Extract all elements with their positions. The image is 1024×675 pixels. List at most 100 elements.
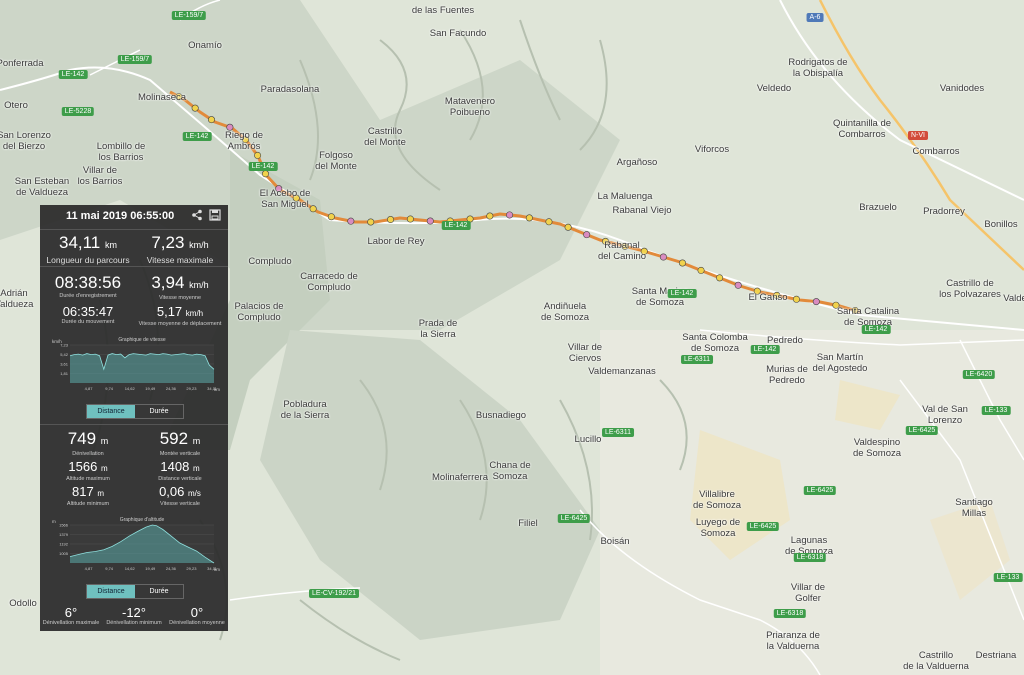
- road-label-le159b: LE-159/7: [117, 55, 153, 64]
- road-label-le6425a: LE-6425: [905, 426, 939, 435]
- place-label-chana: Chana de Somoza: [489, 460, 531, 482]
- avgspeed-stat: 3,94 km/h Vitesse moyenne: [151, 273, 209, 301]
- chart-ytick-label: 3,61: [60, 362, 69, 367]
- place-label-labor: Labor de Rey: [367, 236, 425, 247]
- chart-ytick-label: 5,42: [60, 352, 69, 357]
- chart-ytick-label: 1566: [59, 523, 69, 528]
- place-label-valdemanzanas: Valdemanzanas: [588, 366, 656, 377]
- maxspeed-stat: 7,23 km/h Vitesse maximale: [146, 233, 214, 265]
- place-label-ponferrada: Ponferrada: [0, 58, 44, 69]
- alt-duration-toggle[interactable]: Durée: [135, 585, 183, 598]
- place-label-pradorrey: Pradorrey: [923, 206, 965, 217]
- road-label-le142f: LE-142: [861, 325, 891, 334]
- place-label-vanidodes: Vanidodes: [939, 83, 985, 94]
- track-marker: [564, 223, 572, 231]
- stats-panel: 11 mai 2019 06:55:00 34,11 km Longueur d…: [40, 205, 228, 631]
- alt-distance-toggle[interactable]: Distance: [87, 585, 135, 598]
- track-marker: [406, 215, 414, 223]
- track-marker: [426, 217, 434, 225]
- place-label-busnadiego: Busnadiego: [475, 410, 527, 421]
- chart-ytick-label: 1192: [59, 542, 68, 547]
- place-label-bonillos: Bonillos: [984, 219, 1018, 230]
- place-label-elganso: El Ganso: [748, 292, 788, 303]
- avgmovespeed-stat: 5,17 km/h Vitesse moyenne de déplacement: [138, 304, 222, 327]
- track-marker: [545, 218, 553, 226]
- road-label-le142a: LE-142: [58, 70, 88, 79]
- place-label-santacolomba: Santa Colomba de Somoza: [682, 332, 748, 354]
- place-label-otero: Otero: [4, 100, 28, 111]
- track-marker: [254, 151, 262, 159]
- track-marker: [207, 116, 215, 124]
- track-marker: [659, 253, 667, 261]
- place-label-castrillovald: Castrillo de la Valduerna: [903, 650, 969, 672]
- place-label-riego: Riego de Ambrós: [224, 130, 264, 152]
- chart-xtick-label: 24,36: [166, 386, 177, 391]
- place-label-villarciervos: Villar de Ciervos: [567, 342, 603, 364]
- track-marker: [261, 170, 269, 178]
- place-label-sanfacundo: San Facundo: [429, 28, 487, 39]
- place-label-palacios: Palacios de Compludo: [234, 301, 284, 323]
- place-label-molinaseca: Molinaseca: [137, 92, 187, 103]
- place-label-compludo: Compludo: [248, 256, 292, 267]
- road-label-lecv: LE-CV-192/21: [309, 589, 359, 598]
- place-label-santiago: Santiago Millas: [955, 497, 993, 519]
- altitude-chart-toggle: Distance Durée: [86, 584, 184, 599]
- track-marker: [525, 214, 533, 222]
- place-label-valde: Valde: [1003, 293, 1024, 304]
- place-label-pobladura: Pobladura de la Sierra: [280, 399, 330, 421]
- place-label-carracedo: Carracedo de Compludo: [300, 271, 358, 293]
- altitude-chart: Graphique d'altitudemkm10051192137915664…: [52, 517, 220, 572]
- road-label-le6311b: LE-6311: [602, 428, 634, 437]
- track-marker: [486, 212, 494, 220]
- chart-title: Graphique d'altitude: [120, 517, 165, 523]
- road-label-le142d: LE-142: [441, 221, 471, 230]
- road-label-le6311a: LE-6311: [681, 355, 713, 364]
- track-marker: [327, 213, 335, 221]
- chart-xtick-label: 9,74: [105, 566, 114, 571]
- track-marker: [387, 216, 395, 224]
- chart-xtick-label: 14,62: [125, 386, 136, 391]
- place-label-sanmartin: San Martín del Agostedo: [812, 352, 868, 374]
- track-marker: [734, 281, 742, 289]
- chart-xtick-label: 19,49: [145, 566, 156, 571]
- place-label-paradasolana: Paradasolana: [260, 84, 320, 95]
- place-label-brazuelo: Brazuelo: [859, 202, 897, 213]
- chart-title: Graphique de vitesse: [118, 337, 165, 343]
- track-marker: [191, 104, 199, 112]
- place-label-lasfuentes: de las Fuentes: [411, 5, 475, 16]
- chart-xtick-label: 29,23: [186, 566, 197, 571]
- place-label-villargolfer: Villar de Golfer: [790, 582, 826, 604]
- place-label-villalibre: Villalibre de Somoza: [692, 489, 742, 511]
- road-label-le142c: LE-142: [248, 162, 278, 171]
- chart-ytick-label: 1005: [59, 551, 69, 556]
- road-label-le133b: LE-133: [993, 573, 1023, 582]
- chart-xtick-label: 19,49: [145, 386, 156, 391]
- road-label-le142g: LE-142: [750, 345, 780, 354]
- speed-duration-toggle[interactable]: Durée: [135, 405, 183, 418]
- place-label-murias: Murias de Pedredo: [766, 364, 808, 386]
- place-label-onamio: Onamío: [188, 40, 222, 51]
- panel-header: 11 mai 2019 06:55:00: [40, 205, 228, 230]
- speed-chart-toggle: Distance Durée: [86, 404, 184, 419]
- speed-distance-toggle[interactable]: Distance: [87, 405, 135, 418]
- place-label-prada: Prada de la Sierra: [418, 318, 458, 340]
- track-marker: [716, 274, 724, 282]
- place-label-acebo: El Acebo de San Miguel: [259, 188, 311, 210]
- save-icon[interactable]: [208, 209, 222, 223]
- vspeed-stat: 0,06 m/s Vitesse verticale: [159, 484, 201, 507]
- place-label-valdespino: Valdespino de Somoza: [852, 437, 902, 459]
- grademax-stat: 6° Dénivellation maximale: [42, 605, 100, 626]
- place-label-folgoso: Folgoso del Monte: [315, 150, 357, 172]
- road-label-nvi: N-VI: [908, 131, 928, 140]
- road-label-le6318b: LE-6318: [773, 609, 807, 618]
- place-label-sanesteban: San Esteban de Valdueza: [14, 176, 70, 198]
- chart-xtick-label: 9,74: [105, 386, 114, 391]
- chart-area: [70, 353, 214, 383]
- place-label-combarros: Combarros: [912, 146, 960, 157]
- track-marker: [506, 211, 514, 219]
- place-label-villarbarrios: Villar de los Barrios: [77, 165, 123, 187]
- share-icon[interactable]: [190, 209, 204, 223]
- track-marker: [309, 205, 317, 213]
- chart-ytick-label: 1,81: [60, 371, 69, 376]
- place-label-sanlorenzo: San Lorenzo del Bierzo: [0, 130, 51, 152]
